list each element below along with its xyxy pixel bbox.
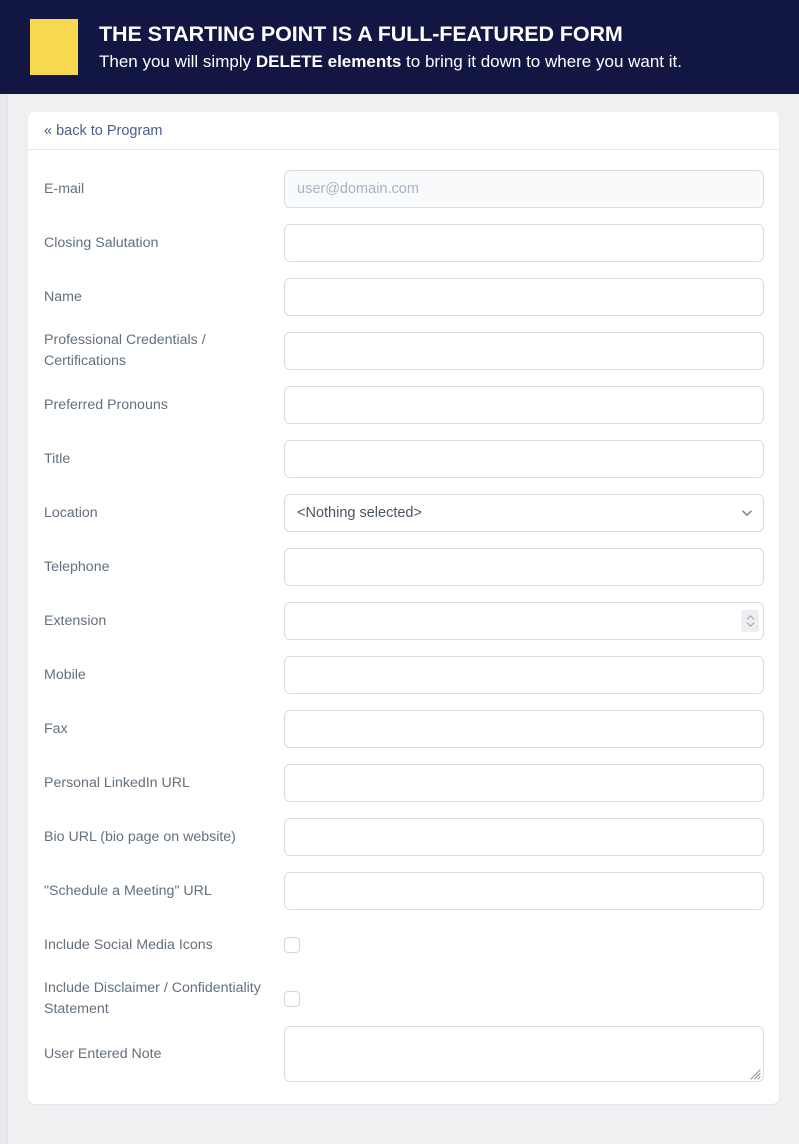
label-mobile: Mobile: [44, 665, 284, 686]
label-fax: Fax: [44, 719, 284, 740]
title-input[interactable]: [284, 440, 764, 478]
form-row-title: Title: [44, 432, 763, 486]
control-include-social-media-icons: [284, 937, 763, 953]
banner-subtitle-emphasis: DELETE elements: [256, 52, 402, 71]
mobile-input[interactable]: [284, 656, 764, 694]
closing-salutation-input[interactable]: [284, 224, 764, 262]
include-social-media-icons-checkbox[interactable]: [284, 937, 300, 953]
label-name: Name: [44, 287, 284, 308]
label-location: Location: [44, 503, 284, 524]
control-mobile: [284, 656, 764, 694]
form-row-include-disclaimer: Include Disclaimer / Confidentiality Sta…: [44, 972, 763, 1026]
include-disclaimer-checkbox[interactable]: [284, 991, 300, 1007]
signature-form: E-mail Closing Salutation Name: [28, 150, 779, 1104]
control-name: [284, 278, 764, 316]
number-spinner-icon[interactable]: [741, 610, 759, 632]
form-row-linkedin-url: Personal LinkedIn URL: [44, 756, 763, 810]
professional-credentials-input[interactable]: [284, 332, 764, 370]
label-email: E-mail: [44, 179, 284, 200]
label-user-entered-note: User Entered Note: [44, 1044, 284, 1065]
form-row-bio-url: Bio URL (bio page on website): [44, 810, 763, 864]
email-input[interactable]: [284, 170, 764, 208]
control-location: <Nothing selected>: [284, 494, 764, 532]
page-banner: THE STARTING POINT IS A FULL-FEATURED FO…: [0, 0, 799, 94]
label-bio-url: Bio URL (bio page on website): [44, 827, 284, 848]
control-linkedin-url: [284, 764, 764, 802]
control-telephone: [284, 548, 764, 586]
form-row-extension: Extension: [44, 594, 763, 648]
control-include-disclaimer: [284, 991, 763, 1007]
control-extension: [284, 602, 764, 640]
label-preferred-pronouns: Preferred Pronouns: [44, 395, 284, 416]
extension-number-wrapper: [284, 602, 764, 640]
bio-url-input[interactable]: [284, 818, 764, 856]
linkedin-url-input[interactable]: [284, 764, 764, 802]
banner-subtitle-post: to bring it down to where you want it.: [401, 52, 682, 71]
label-linkedin-url: Personal LinkedIn URL: [44, 773, 284, 794]
form-row-schedule-meeting-url: "Schedule a Meeting" URL: [44, 864, 763, 918]
form-row-name: Name: [44, 270, 763, 324]
label-title: Title: [44, 449, 284, 470]
user-entered-note-wrapper: [284, 1026, 764, 1082]
form-row-fax: Fax: [44, 702, 763, 756]
form-card: « back to Program E-mail Closing Salutat…: [28, 112, 779, 1104]
control-closing-salutation: [284, 224, 764, 262]
control-professional-credentials: [284, 332, 764, 370]
schedule-meeting-url-input[interactable]: [284, 872, 764, 910]
control-schedule-meeting-url: [284, 872, 764, 910]
name-input[interactable]: [284, 278, 764, 316]
page-left-rail: [0, 94, 8, 1144]
control-title: [284, 440, 764, 478]
form-row-location: Location <Nothing selected>: [44, 486, 763, 540]
card-header: « back to Program: [28, 112, 779, 150]
form-row-professional-credentials: Professional Credentials / Certification…: [44, 324, 763, 378]
location-select-wrapper: <Nothing selected>: [284, 494, 764, 532]
preferred-pronouns-input[interactable]: [284, 386, 764, 424]
banner-subtitle: Then you will simply DELETE elements to …: [99, 51, 682, 72]
banner-subtitle-pre: Then you will simply: [99, 52, 256, 71]
label-professional-credentials: Professional Credentials / Certification…: [44, 330, 284, 371]
control-fax: [284, 710, 764, 748]
fax-input[interactable]: [284, 710, 764, 748]
user-entered-note-textarea[interactable]: [284, 1026, 764, 1082]
label-telephone: Telephone: [44, 557, 284, 578]
label-include-disclaimer: Include Disclaimer / Confidentiality Sta…: [44, 978, 284, 1019]
form-row-preferred-pronouns: Preferred Pronouns: [44, 378, 763, 432]
form-row-user-entered-note: User Entered Note: [44, 1026, 763, 1082]
label-extension: Extension: [44, 611, 284, 632]
form-row-include-social-media-icons: Include Social Media Icons: [44, 918, 763, 972]
form-row-email: E-mail: [44, 162, 763, 216]
form-row-telephone: Telephone: [44, 540, 763, 594]
telephone-input[interactable]: [284, 548, 764, 586]
control-bio-url: [284, 818, 764, 856]
extension-input[interactable]: [284, 602, 764, 640]
label-schedule-meeting-url: "Schedule a Meeting" URL: [44, 881, 284, 902]
banner-title: THE STARTING POINT IS A FULL-FEATURED FO…: [99, 21, 682, 48]
control-preferred-pronouns: [284, 386, 764, 424]
control-user-entered-note: [284, 1026, 764, 1082]
back-to-program-link[interactable]: « back to Program: [44, 123, 162, 139]
label-closing-salutation: Closing Salutation: [44, 233, 284, 254]
form-row-mobile: Mobile: [44, 648, 763, 702]
label-include-social-media-icons: Include Social Media Icons: [44, 935, 284, 956]
control-email: [284, 170, 764, 208]
form-row-closing-salutation: Closing Salutation: [44, 216, 763, 270]
banner-color-swatch: [30, 19, 78, 75]
banner-text-block: THE STARTING POINT IS A FULL-FEATURED FO…: [99, 21, 682, 72]
page-body: « back to Program E-mail Closing Salutat…: [0, 94, 799, 1144]
location-select[interactable]: <Nothing selected>: [284, 494, 764, 532]
